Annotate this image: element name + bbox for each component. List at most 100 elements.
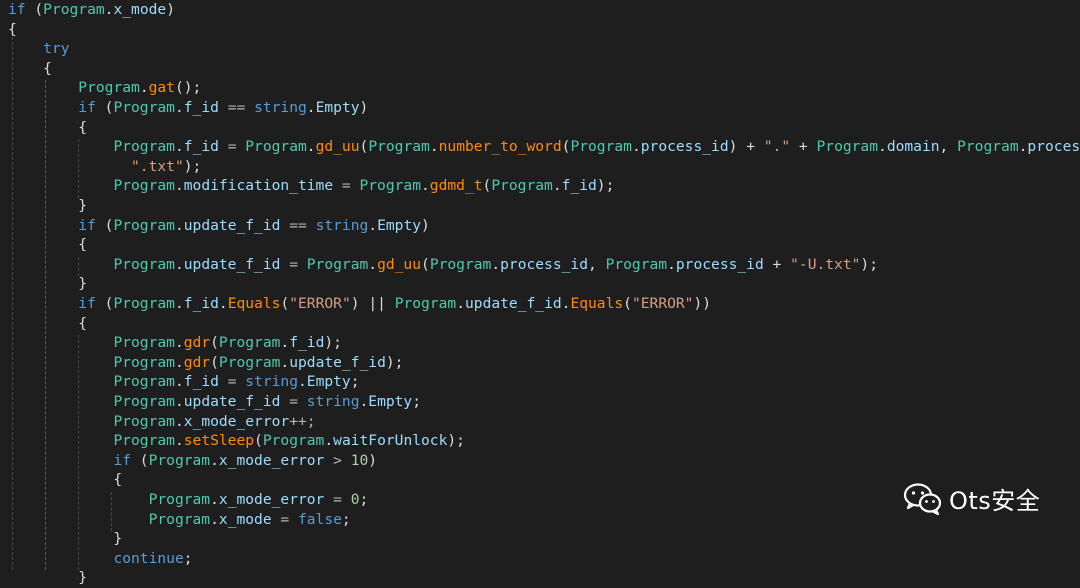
code-token: Program [113,138,175,156]
code-token: . [878,138,887,156]
code-token: { [8,59,52,77]
code-token: string [245,373,298,391]
code-token: f_id [561,177,597,195]
code-line: if (Program.f_id.Equals("ERROR") || Prog… [8,294,711,314]
code-token: Program [113,353,175,371]
code-token: gdr [183,334,211,352]
code-line: Program.gdr(Program.update_f_id); [8,353,403,373]
code-token: . [421,177,430,195]
code-token: + [790,138,817,156]
code-token: . [631,138,641,156]
code-token: ); [596,177,615,195]
code-token: ); [324,334,342,352]
code-token: f_id [183,295,219,312]
code-line: Program.gdr(Program.f_id); [8,333,342,353]
code-token: = [280,393,307,410]
code-token: . [306,138,316,156]
code-token: ( [421,255,430,273]
code-token: ; [359,491,369,508]
code-token: == [218,99,255,116]
code-token: ( [131,451,149,469]
code-token: Program [148,451,211,469]
code-line: Program.setSleep(Program.waitForUnlock); [8,431,465,451]
code-token: 10 [350,451,369,469]
code-token: = [324,491,351,508]
code-line: Program.x_mode = false; [8,510,351,530]
code-token: try [43,40,70,58]
code-token: = [271,510,298,528]
code-token: if [78,295,96,312]
code-token: ) [421,216,430,234]
code-token: . [210,491,219,508]
code-line: { [8,470,122,490]
code-token: { [8,20,17,38]
code-line: if (Program.x_mode_error > 10) [8,451,377,471]
code-token: Empty [315,99,360,116]
code-token: . [174,99,184,116]
code-token: process_id [1027,138,1080,156]
code-token: false [297,510,342,528]
code-token: domain [886,138,940,156]
code-token: == [280,216,316,234]
code-line: try [8,39,70,59]
code-token: . [280,334,290,352]
code-token: gd_uu [377,255,422,273]
code-token: . [368,255,378,273]
code-token: (); [174,79,202,97]
code-token: gdmd_t [429,177,483,195]
code-token: ( [95,99,114,116]
code-token: ; [341,510,351,528]
code-token: { [8,236,88,254]
code-token: . [306,99,316,116]
code-token: Empty [377,216,422,234]
code-token: ; [350,373,360,391]
code-token: Program [262,432,325,450]
code-line: Program.x_mode_error = 0; [8,490,369,510]
code-token: Program [113,216,175,234]
code-token: . [174,255,184,273]
code-token: if [113,451,132,469]
code-editor[interactable]: if (Program.x_mode){ try { Program.gat()… [0,0,1080,586]
code-token: ( [280,295,290,312]
code-token: . [210,451,219,469]
watermark-text: Ots安全 [949,487,1041,515]
code-token: ( [210,334,219,352]
code-token: update_f_id [183,393,281,410]
code-token: string [306,393,360,410]
code-token: ( [95,216,114,234]
code-token: waitForUnlock [333,432,448,450]
code-token: + [763,255,791,273]
code-token: { [8,118,88,136]
code-token: string [254,99,307,116]
code-token: Program [394,295,457,312]
code-line: { [8,314,87,334]
code-line: } [8,274,87,294]
code-token: Program [113,177,175,195]
code-token: , [939,138,958,156]
code-token: . [491,255,501,273]
code-token: 0 [350,491,360,508]
code-token: = [333,177,360,195]
code-token: Program [113,295,175,312]
code-token: Program [113,99,175,116]
code-token: ); [385,353,404,371]
code-token: = [280,255,307,273]
code-token: x_mode_error [183,412,290,430]
code-token: continue [113,549,184,567]
code-token: if [78,216,96,234]
code-token: "." [763,138,791,156]
code-token: Empty [368,393,413,410]
code-token: Program [957,138,1019,156]
code-token: update_f_id [183,255,281,273]
code-token: ( [359,138,369,156]
code-token: f_id [183,373,219,391]
